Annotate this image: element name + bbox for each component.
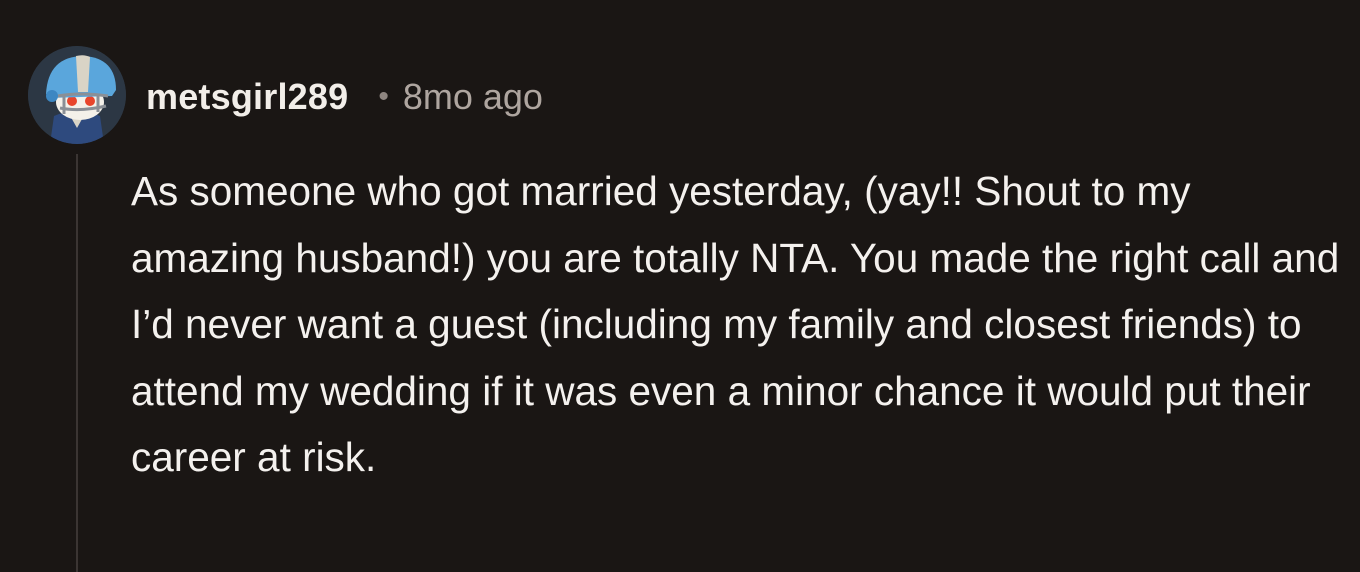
thread-line[interactable] [76, 154, 78, 572]
username-link[interactable]: metsgirl289 [146, 76, 348, 118]
snoo-football-helmet-avatar-icon [28, 46, 126, 144]
meta-separator: • [378, 80, 389, 113]
comment: metsgirl289 • 8mo ago As someone who got… [0, 0, 1360, 572]
user-avatar[interactable] [28, 46, 126, 144]
comment-body: As someone who got married yesterday, (y… [131, 168, 1340, 480]
timestamp[interactable]: 8mo ago [403, 76, 543, 118]
comment-meta: metsgirl289 • 8mo ago [146, 72, 543, 122]
